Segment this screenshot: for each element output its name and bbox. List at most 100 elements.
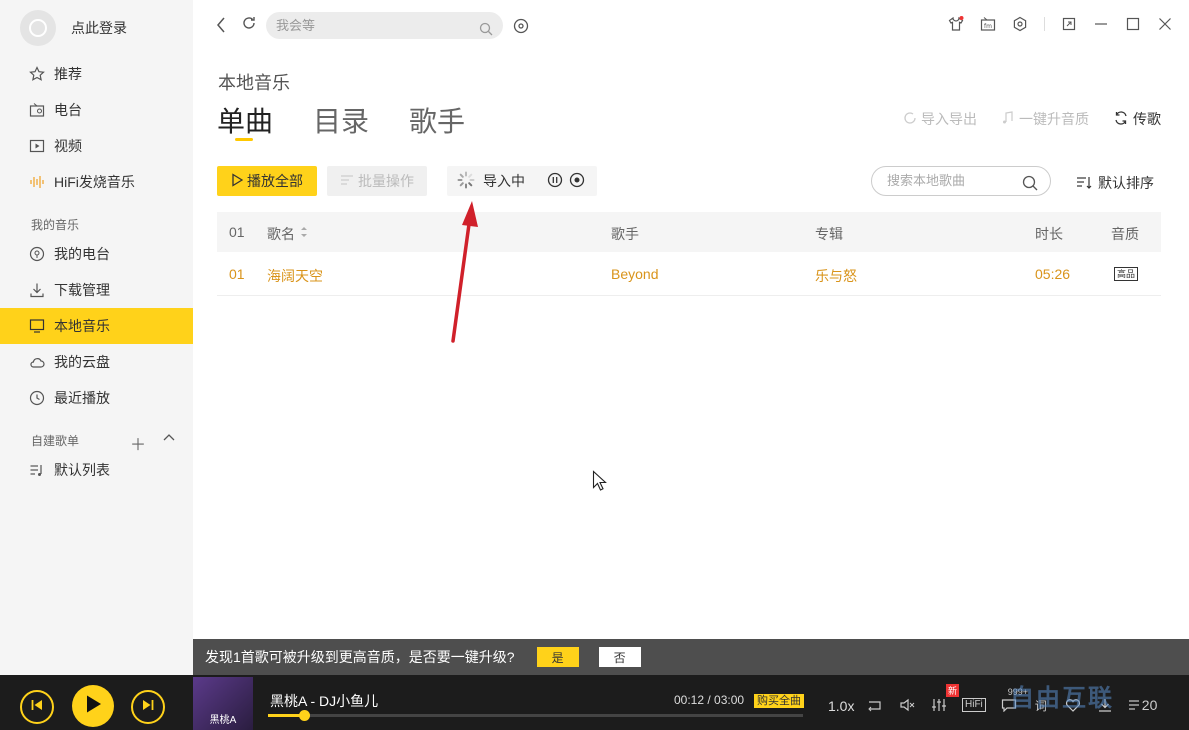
skin-icon[interactable] [948, 16, 964, 32]
sidebar-item-cloud[interactable]: 我的云盘 [0, 344, 193, 380]
queue-count: 20 [1141, 697, 1158, 713]
header-song-name[interactable]: 歌名 [267, 224, 295, 244]
notice-yes-button[interactable]: 是 [536, 647, 579, 667]
new-badge: 新 [946, 684, 960, 697]
cloud-icon [28, 353, 46, 371]
minimize-icon[interactable] [1093, 16, 1109, 32]
pause-icon[interactable] [547, 172, 563, 191]
loop-mode-icon[interactable] [866, 697, 884, 713]
sidebar-item-label: HiFi发烧音乐 [54, 174, 135, 190]
search-input[interactable]: 我会等 [266, 12, 503, 39]
table-header: 01 歌名 歌手 专辑 时长 音质 [217, 212, 1161, 252]
sidebar-item-downloads[interactable]: 下载管理 [0, 272, 193, 308]
row-album[interactable]: 乐与怒 [815, 266, 857, 286]
sidebar-item-local-music[interactable]: 本地音乐 [0, 308, 193, 344]
avatar[interactable] [20, 10, 56, 46]
row-song-name[interactable]: 海阔天空 [267, 266, 323, 286]
album-cover[interactable]: 黑桃A [193, 677, 253, 730]
previous-button[interactable] [20, 690, 54, 724]
close-icon[interactable] [1157, 16, 1173, 32]
list-check-icon [340, 173, 354, 190]
sort-label: 默认排序 [1098, 175, 1154, 191]
tab-folders[interactable]: 目录 [313, 100, 369, 140]
watermark-logo: 自由互联 [1010, 685, 1114, 712]
equalizer-icon[interactable] [930, 697, 948, 713]
sort-arrows-icon[interactable] [299, 225, 309, 242]
login-link[interactable]: 点此登录 [71, 18, 127, 38]
loading-spinner-icon [457, 171, 475, 192]
import-export-icon [903, 111, 917, 128]
sidebar-item-video[interactable]: 视频 [0, 128, 193, 164]
playback-speed[interactable]: 1.0x [828, 698, 854, 714]
table-row[interactable]: 01 海阔天空 Beyond 乐与怒 05:26 高品 [217, 254, 1161, 296]
search-icon[interactable] [479, 18, 493, 36]
user-login[interactable]: 点此登录 [20, 10, 127, 46]
hifi-toggle[interactable]: HiFi [962, 697, 986, 713]
tab-songs[interactable]: 单曲 [217, 100, 273, 141]
play-icon [84, 694, 102, 719]
volume-mute-icon[interactable] [898, 697, 916, 713]
sidebar-item-label: 下载管理 [54, 282, 110, 298]
stop-icon[interactable] [569, 172, 585, 191]
local-song-search-input[interactable]: 搜索本地歌曲 [871, 166, 1051, 196]
mini-mode-icon[interactable] [1061, 16, 1077, 32]
play-icon [231, 172, 244, 190]
fm-icon[interactable]: fm [980, 16, 996, 32]
sidebar-item-label: 电台 [54, 102, 82, 118]
sidebar-item-label: 最近播放 [54, 390, 110, 406]
listen-recognize-icon[interactable] [513, 18, 529, 34]
music-note-icon [1001, 110, 1015, 128]
radio-icon [28, 101, 46, 119]
play-all-button[interactable]: 播放全部 [217, 166, 317, 196]
progress-handle[interactable] [298, 710, 310, 721]
import-export-button[interactable]: 导入导出 [903, 109, 977, 129]
playlist-queue-icon[interactable]: 20 [1128, 697, 1158, 713]
upload-songs-button[interactable]: 传歌 [1113, 109, 1161, 129]
sidebar-item-recent[interactable]: 最近播放 [0, 380, 193, 416]
next-icon [141, 698, 155, 717]
page-title: 本地音乐 [218, 73, 290, 93]
batch-label: 批量操作 [358, 173, 414, 189]
refresh-icon[interactable] [241, 15, 257, 36]
playlist-section-title: 自建歌单 [31, 434, 80, 448]
progress-bar[interactable] [268, 710, 803, 721]
maximize-icon[interactable] [1125, 16, 1141, 32]
notice-no-button[interactable]: 否 [598, 647, 641, 667]
sidebar-item-label: 默认列表 [54, 462, 110, 478]
play-button[interactable] [72, 685, 114, 727]
batch-operation-button[interactable]: 批量操作 [327, 166, 427, 196]
search-placeholder: 我会等 [276, 18, 316, 33]
sidebar-item-my-radio[interactable]: 我的电台 [0, 236, 193, 272]
next-button[interactable] [131, 690, 165, 724]
local-search-placeholder: 搜索本地歌曲 [887, 173, 966, 188]
previous-icon [30, 698, 44, 717]
now-playing-title[interactable]: 黑桃A - DJ小鱼儿 [270, 691, 378, 711]
sort-button[interactable]: 默认排序 [1076, 173, 1154, 193]
upgrade-quality-label: 一键升音质 [1019, 111, 1089, 127]
sidebar-item-hifi[interactable]: HiFi发烧音乐 [0, 164, 193, 200]
sidebar-item-label: 推荐 [54, 66, 82, 82]
sidebar-item-recommend[interactable]: 推荐 [0, 56, 193, 92]
top-bar: 我会等 fm [193, 0, 1189, 54]
header-duration: 时长 [1035, 226, 1063, 242]
buy-full-song-button[interactable]: 购买全曲 [754, 694, 804, 708]
monitor-icon [28, 317, 46, 335]
sidebar-item-radio[interactable]: 电台 [0, 92, 193, 128]
sync-icon [1113, 110, 1129, 129]
clock-icon [28, 389, 46, 407]
sidebar-item-label: 视频 [54, 138, 82, 154]
playback-time: 00:12 / 03:00 [674, 693, 745, 707]
star-icon [28, 65, 46, 83]
row-artist[interactable]: Beyond [611, 266, 658, 282]
playlist-icon [28, 461, 46, 479]
settings-icon[interactable] [1012, 16, 1028, 32]
back-icon[interactable] [215, 16, 227, 39]
sidebar-item-label: 我的云盘 [54, 354, 110, 370]
search-icon[interactable] [1022, 173, 1038, 191]
sidebar-item-label: 我的电台 [54, 246, 110, 262]
tab-artists[interactable]: 歌手 [409, 100, 465, 140]
upgrade-quality-button[interactable]: 一键升音质 [1001, 109, 1089, 129]
import-status: 导入中 [447, 166, 597, 196]
sidebar-item-default-list[interactable]: 默认列表 [0, 452, 193, 488]
notice-text: 发现1首歌可被升级到更高音质，是否要一键升级? [205, 649, 515, 665]
